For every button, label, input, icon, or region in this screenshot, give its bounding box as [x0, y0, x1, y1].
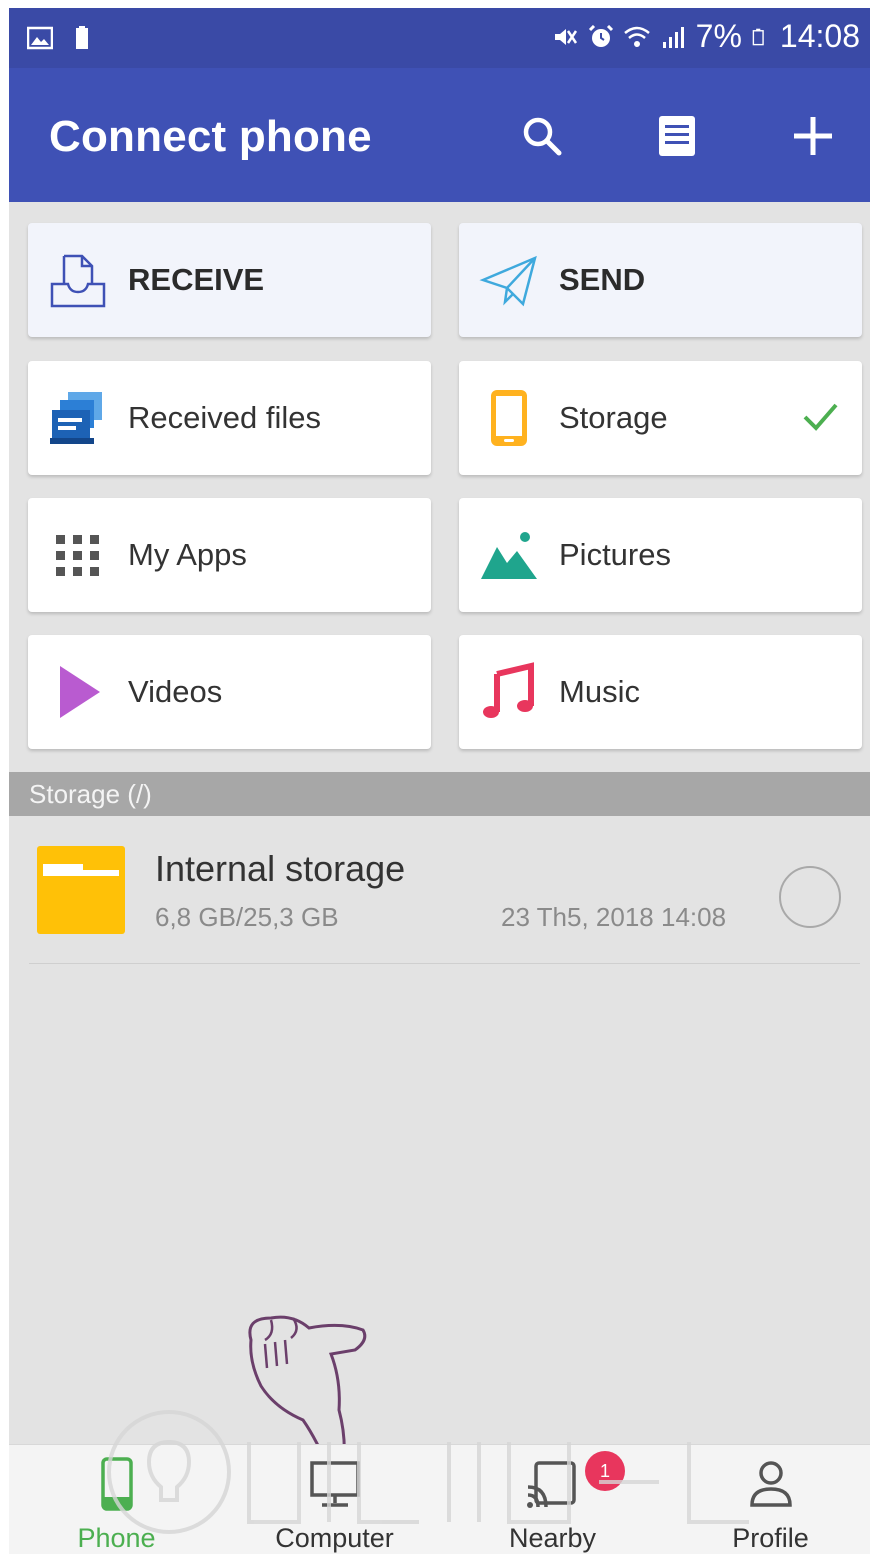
nav-phone[interactable]: Phone	[9, 1445, 224, 1554]
wifi-icon	[623, 26, 650, 47]
smartphone-icon	[491, 390, 527, 446]
storage-size: 6,8 GB/25,3 GB	[155, 902, 339, 932]
nav-phone-label: Phone	[77, 1523, 156, 1553]
pictures-label: Pictures	[559, 537, 671, 572]
receive-label: RECEIVE	[128, 262, 265, 297]
add-button[interactable]	[785, 108, 841, 164]
videos-button[interactable]: Videos	[28, 635, 431, 749]
nav-profile-label: Profile	[732, 1523, 809, 1553]
list-view-button[interactable]	[649, 108, 705, 164]
receive-button[interactable]: RECEIVE	[28, 223, 431, 337]
nav-nearby[interactable]: 1 Nearby	[445, 1445, 660, 1554]
plus-icon	[794, 117, 832, 155]
received-files-button[interactable]: Received files	[28, 361, 431, 475]
storage-section-header: Storage (/)	[9, 772, 870, 816]
monitor-icon	[309, 1461, 360, 1507]
inbox-tray-icon	[50, 254, 106, 308]
send-label: SEND	[559, 262, 646, 297]
stacked-files-icon	[50, 392, 102, 444]
list-icon	[659, 116, 695, 156]
paper-plane-icon	[479, 255, 537, 307]
phone-screen: 7% 14:08 Connect phone RECEIVE SEND Rece…	[9, 8, 870, 1554]
nearby-badge: 1	[585, 1451, 625, 1491]
apps-grid-icon	[56, 535, 99, 576]
play-icon	[60, 666, 100, 718]
search-button[interactable]	[514, 108, 570, 164]
videos-label: Videos	[128, 674, 223, 709]
mountain-picture-icon	[481, 532, 537, 579]
storage-button[interactable]: Storage	[459, 361, 862, 475]
received-files-label: Received files	[128, 400, 321, 435]
storage-label: Storage	[559, 400, 668, 435]
row-divider	[29, 963, 860, 964]
nav-computer[interactable]: Computer	[227, 1445, 442, 1554]
internal-storage-row[interactable]: Internal storage 6,8 GB/25,3 GB 23 Th5, …	[9, 816, 870, 964]
music-label: Music	[559, 674, 640, 709]
phone-icon	[100, 1457, 133, 1511]
battery-notification-icon	[76, 26, 88, 49]
battery-percent: 7%	[695, 18, 742, 54]
clock: 14:08	[779, 18, 860, 54]
nav-computer-label: Computer	[275, 1523, 394, 1553]
search-icon	[523, 117, 562, 156]
signal-icon	[662, 26, 684, 48]
storage-date: 23 Th5, 2018 14:08	[501, 902, 727, 932]
my-apps-label: My Apps	[128, 537, 247, 572]
music-button[interactable]: Music	[459, 635, 862, 749]
mute-icon	[554, 28, 577, 45]
nav-profile[interactable]: Profile	[663, 1445, 870, 1554]
battery-icon	[752, 28, 764, 45]
pictures-button[interactable]: Pictures	[459, 498, 862, 612]
gallery-notification-icon	[27, 26, 53, 50]
send-button[interactable]: SEND	[459, 223, 862, 337]
status-bar: 7% 14:08	[9, 8, 870, 68]
cast-icon	[526, 1461, 576, 1508]
person-icon	[749, 1461, 792, 1507]
checkmark-icon	[803, 403, 838, 431]
select-radio[interactable]	[779, 866, 841, 928]
bottom-navigation: Phone Computer 1 Nearby Profile	[9, 1444, 870, 1554]
page-title: Connect phone	[49, 112, 372, 161]
nav-nearby-label: Nearby	[508, 1523, 597, 1553]
alarm-icon	[588, 24, 613, 47]
app-bar: Connect phone	[9, 68, 870, 202]
folder-icon	[37, 846, 125, 934]
storage-name: Internal storage	[155, 848, 406, 889]
my-apps-button[interactable]: My Apps	[28, 498, 431, 612]
music-note-icon	[483, 662, 534, 718]
